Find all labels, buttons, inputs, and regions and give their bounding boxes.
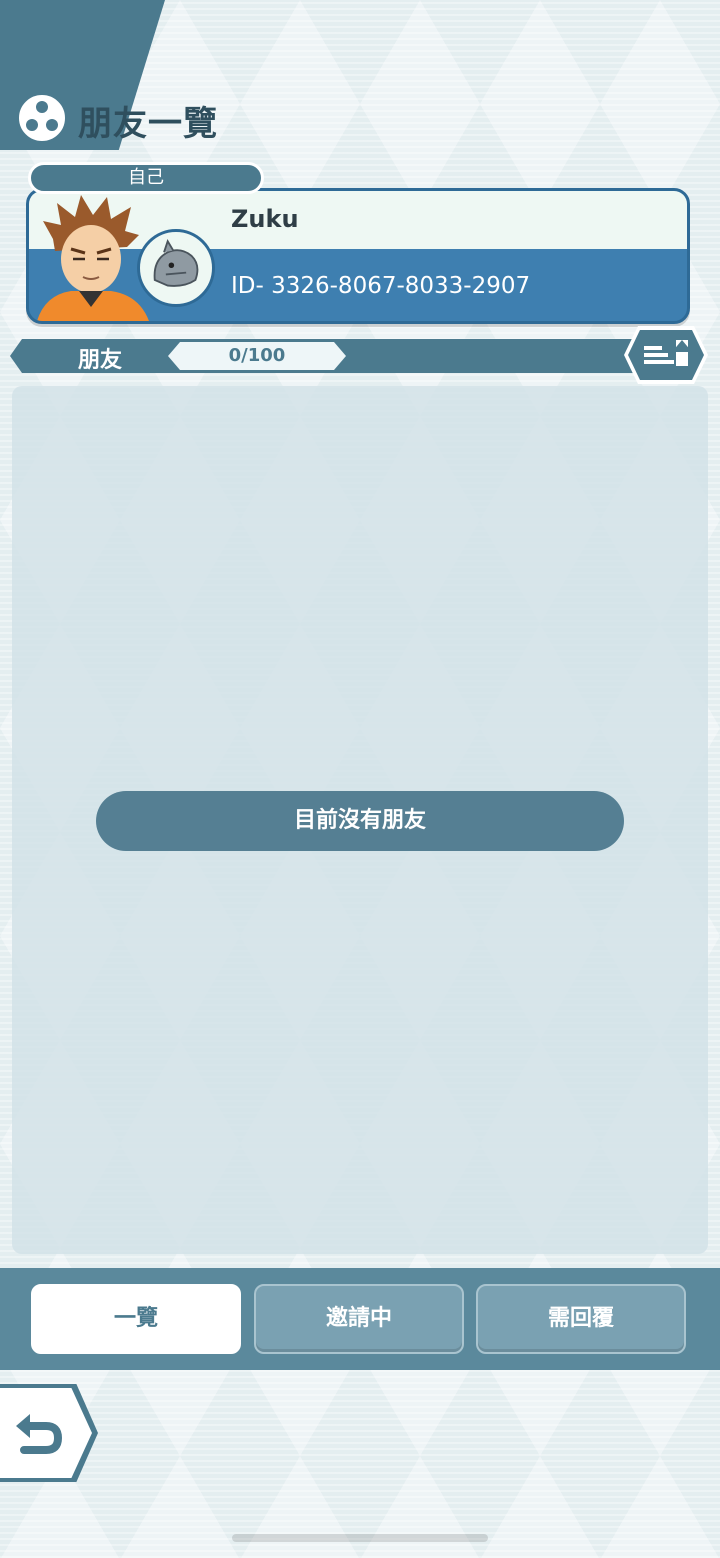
back-button[interactable] bbox=[0, 1384, 98, 1482]
page-title: 朋友一覽 bbox=[78, 104, 218, 144]
back-icon bbox=[16, 1414, 63, 1454]
friends-count: 0/100 bbox=[168, 342, 346, 370]
friends-icon bbox=[16, 92, 68, 144]
tab-needs-reply[interactable]: 需回覆 bbox=[476, 1284, 686, 1354]
tab-list[interactable]: 一覽 bbox=[31, 1284, 241, 1354]
player-id: ID- 3326-8067-8033-2907 bbox=[231, 273, 531, 299]
tab-inviting[interactable]: 邀請中 bbox=[254, 1284, 464, 1354]
self-tag: 自己 bbox=[28, 162, 264, 194]
home-indicator bbox=[232, 1534, 488, 1542]
self-profile-card[interactable]: Zuku ID- 3326-8067-8033-2907 bbox=[26, 188, 690, 324]
empty-list-message: 目前沒有朋友 bbox=[96, 791, 624, 851]
trainer-avatar bbox=[37, 195, 149, 321]
player-name: Zuku bbox=[231, 205, 299, 233]
pokemon-avatar bbox=[137, 229, 215, 307]
sort-button[interactable] bbox=[624, 326, 708, 384]
friends-label: 朋友 bbox=[78, 348, 123, 373]
sort-icon bbox=[628, 330, 704, 380]
